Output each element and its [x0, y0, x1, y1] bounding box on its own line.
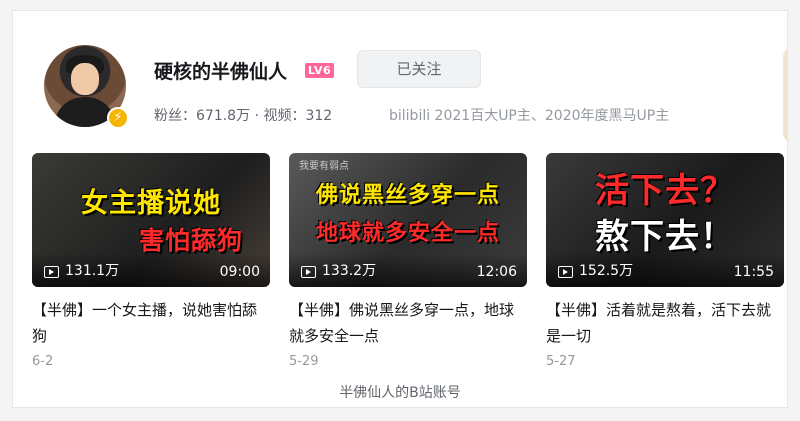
user-stats: 粉丝：671.8万 · 视频：312: [154, 105, 332, 125]
level-badge: LV6: [305, 63, 335, 78]
view-count: 152.5万: [579, 263, 634, 279]
view-count: 131.1万: [65, 263, 120, 279]
image-caption: 半佛仙人的B站账号: [339, 385, 461, 401]
thumbnail-text: 佛说黑丝多穿一点: [315, 183, 500, 208]
video-card[interactable]: 活下去？ 熬下去！ 152.5万 11:55 【半佛】活着就是熬着，活下去就是一…: [546, 153, 784, 369]
video-date: 5-27: [546, 354, 576, 369]
fans-label: 粉丝：: [154, 108, 196, 124]
thumbnail-text: 活下去？: [595, 171, 735, 211]
stats-separator: ·: [254, 108, 259, 124]
video-duration: 09:00: [219, 264, 260, 280]
play-count-icon: [558, 266, 573, 278]
video-title[interactable]: 【半佛】一个女主播，说她害怕舔狗: [32, 297, 270, 349]
video-date: 5-29: [289, 354, 319, 369]
video-card[interactable]: 女主播说她 害怕舔狗 131.1万 09:00 【半佛】一个女主播，说她害怕舔狗…: [32, 153, 270, 369]
thumbnail-text: 害怕舔狗: [138, 226, 243, 255]
verified-lightning-icon: ⚡: [107, 107, 129, 129]
video-thumbnail[interactable]: 活下去？ 熬下去！ 152.5万 11:55: [546, 153, 784, 287]
decoration-image: [783, 47, 787, 143]
video-title[interactable]: 【半佛】佛说黑丝多穿一点，地球就多安全一点: [289, 297, 527, 349]
video-duration: 11:55: [733, 264, 774, 280]
video-date: 6-2: [32, 354, 54, 369]
video-card[interactable]: 我要有弱点 佛说黑丝多穿一点 地球就多安全一点 133.2万 12:06 【半佛…: [289, 153, 527, 369]
uploader-card: ⚡ 硬核的半佛仙人 LV6 已关注 粉丝：671.8万 · 视频：312 bil…: [12, 10, 788, 408]
thumbnail-text: 地球就多安全一点: [315, 221, 500, 246]
play-count-icon: [301, 266, 316, 278]
fans-count: 671.8万: [196, 108, 251, 124]
user-bio: bilibili 2021百大UP主、2020年度黑马UP主: [389, 108, 670, 124]
video-title[interactable]: 【半佛】活着就是熬着，活下去就是一切: [546, 297, 784, 349]
video-duration: 12:06: [476, 264, 517, 280]
follow-button[interactable]: 已关注: [357, 50, 481, 88]
video-thumbnail[interactable]: 我要有弱点 佛说黑丝多穿一点 地球就多安全一点 133.2万 12:06: [289, 153, 527, 287]
videos-label: 视频：: [263, 108, 306, 124]
play-count-icon: [44, 266, 59, 278]
thumbnail-text: 女主播说她: [81, 188, 221, 219]
view-count: 133.2万: [322, 263, 377, 279]
video-thumbnail[interactable]: 女主播说她 害怕舔狗 131.1万 09:00: [32, 153, 270, 287]
thumbnail-caption: 我要有弱点: [299, 161, 349, 172]
videos-count: 312: [305, 108, 333, 124]
thumbnail-text: 熬下去！: [595, 217, 735, 257]
username[interactable]: 硬核的半佛仙人: [154, 57, 287, 84]
